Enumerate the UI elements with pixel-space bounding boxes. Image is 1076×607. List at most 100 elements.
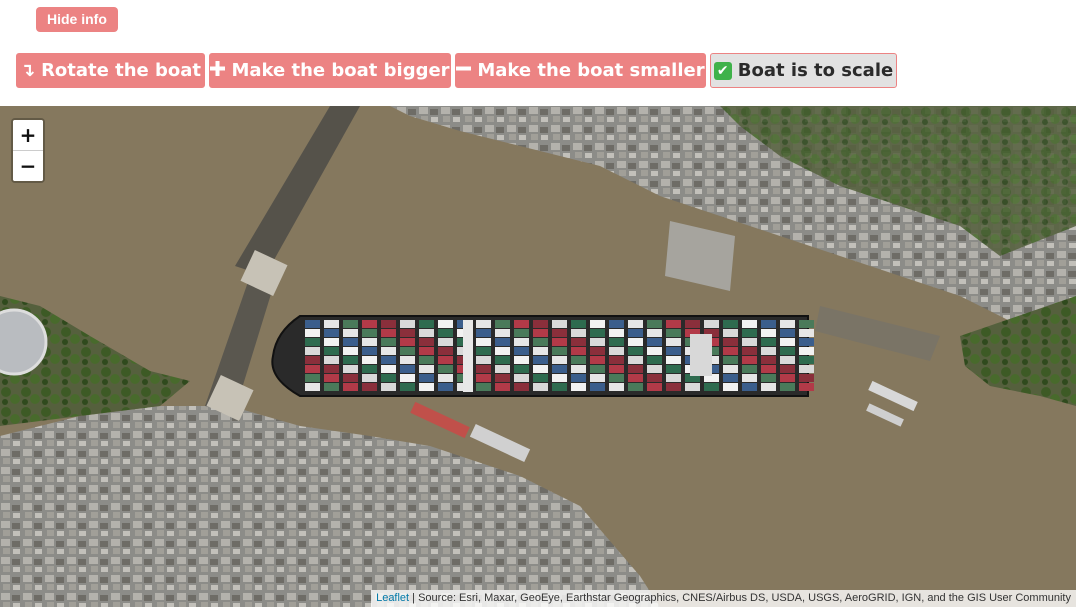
container-stack [552,374,567,382]
container-stack [305,383,320,391]
container-stack [419,374,434,382]
container-stack [552,365,567,373]
leaflet-link[interactable]: Leaflet [376,592,409,604]
container-stack [324,383,339,391]
zoom-in-button[interactable]: + [13,120,43,150]
container-stack [362,374,377,382]
container-stack [685,320,700,328]
container-stack [761,356,776,364]
container-stack [590,347,605,355]
container-stack [438,383,453,391]
hide-info-button[interactable]: Hide info [36,7,118,32]
container-stack [628,320,643,328]
container-stack [552,383,567,391]
container-stack [514,320,529,328]
container-stack [761,329,776,337]
container-stack [324,374,339,382]
container-stack [647,383,662,391]
container-stack [704,320,719,328]
container-stack [400,320,415,328]
container-stack [704,383,719,391]
container-stack [438,320,453,328]
container-stack [666,365,681,373]
container-stack [723,365,738,373]
container-stack [400,374,415,382]
container-stack [438,329,453,337]
container-stack [799,320,814,328]
container-stack [552,338,567,346]
container-stack [514,374,529,382]
boat-to-scale-button[interactable]: ✔ Boat is to scale [710,53,897,88]
container-stack [742,320,757,328]
satellite-map[interactable] [0,106,1076,607]
container-stack [666,320,681,328]
container-stack [533,383,548,391]
container-stack [571,356,586,364]
container-stack [723,329,738,337]
container-stack [666,383,681,391]
container-stack [590,383,605,391]
container-stack [723,320,738,328]
container-stack [419,329,434,337]
container-stack [552,320,567,328]
rotate-boat-button[interactable]: ↴ Rotate the boat [16,53,205,88]
container-ship[interactable] [271,315,814,397]
container-stack [495,374,510,382]
container-stack [647,347,662,355]
container-stack [780,338,795,346]
container-stack [476,347,491,355]
container-stack [381,383,396,391]
container-stack [400,329,415,337]
container-stack [799,383,814,391]
smaller-boat-button[interactable]: Make the boat smaller [455,53,706,88]
bigger-boat-button[interactable]: Make the boat bigger [209,53,451,88]
container-stack [476,329,491,337]
zoom-control: + − [11,118,45,183]
container-stack [305,356,320,364]
container-stack [419,365,434,373]
container-stack [343,356,358,364]
container-stack [400,338,415,346]
container-stack [571,383,586,391]
container-stack [609,374,624,382]
container-stack [723,383,738,391]
container-stack [761,338,776,346]
container-stack [438,356,453,364]
container-stack [628,383,643,391]
container-stack [552,329,567,337]
container-stack [438,374,453,382]
container-stack [324,365,339,373]
container-stack [419,320,434,328]
container-stack [362,356,377,364]
container-stack [780,374,795,382]
container-stack [419,347,434,355]
container-stack [400,356,415,364]
container-stack [362,338,377,346]
attribution-separator: | [409,592,419,604]
container-stack [609,365,624,373]
container-stack [666,329,681,337]
container-stack [590,374,605,382]
container-stack [533,365,548,373]
ship-funnel [690,334,712,376]
container-stack [381,338,396,346]
map-imagery [0,106,1076,607]
container-stack [400,383,415,391]
container-stack [742,329,757,337]
container-stack [343,383,358,391]
container-stack [305,347,320,355]
container-stack [343,365,358,373]
container-stack [799,356,814,364]
container-stack [742,347,757,355]
container-stack [799,374,814,382]
container-stack [476,383,491,391]
container-stack [590,356,605,364]
rotate-boat-label: Rotate the boat [41,60,202,81]
container-stack [362,329,377,337]
zoom-out-button[interactable]: − [13,150,43,181]
container-stack [742,365,757,373]
smaller-boat-label: Make the boat smaller [477,60,705,81]
container-stack [514,365,529,373]
container-stack [780,320,795,328]
container-stack [723,347,738,355]
